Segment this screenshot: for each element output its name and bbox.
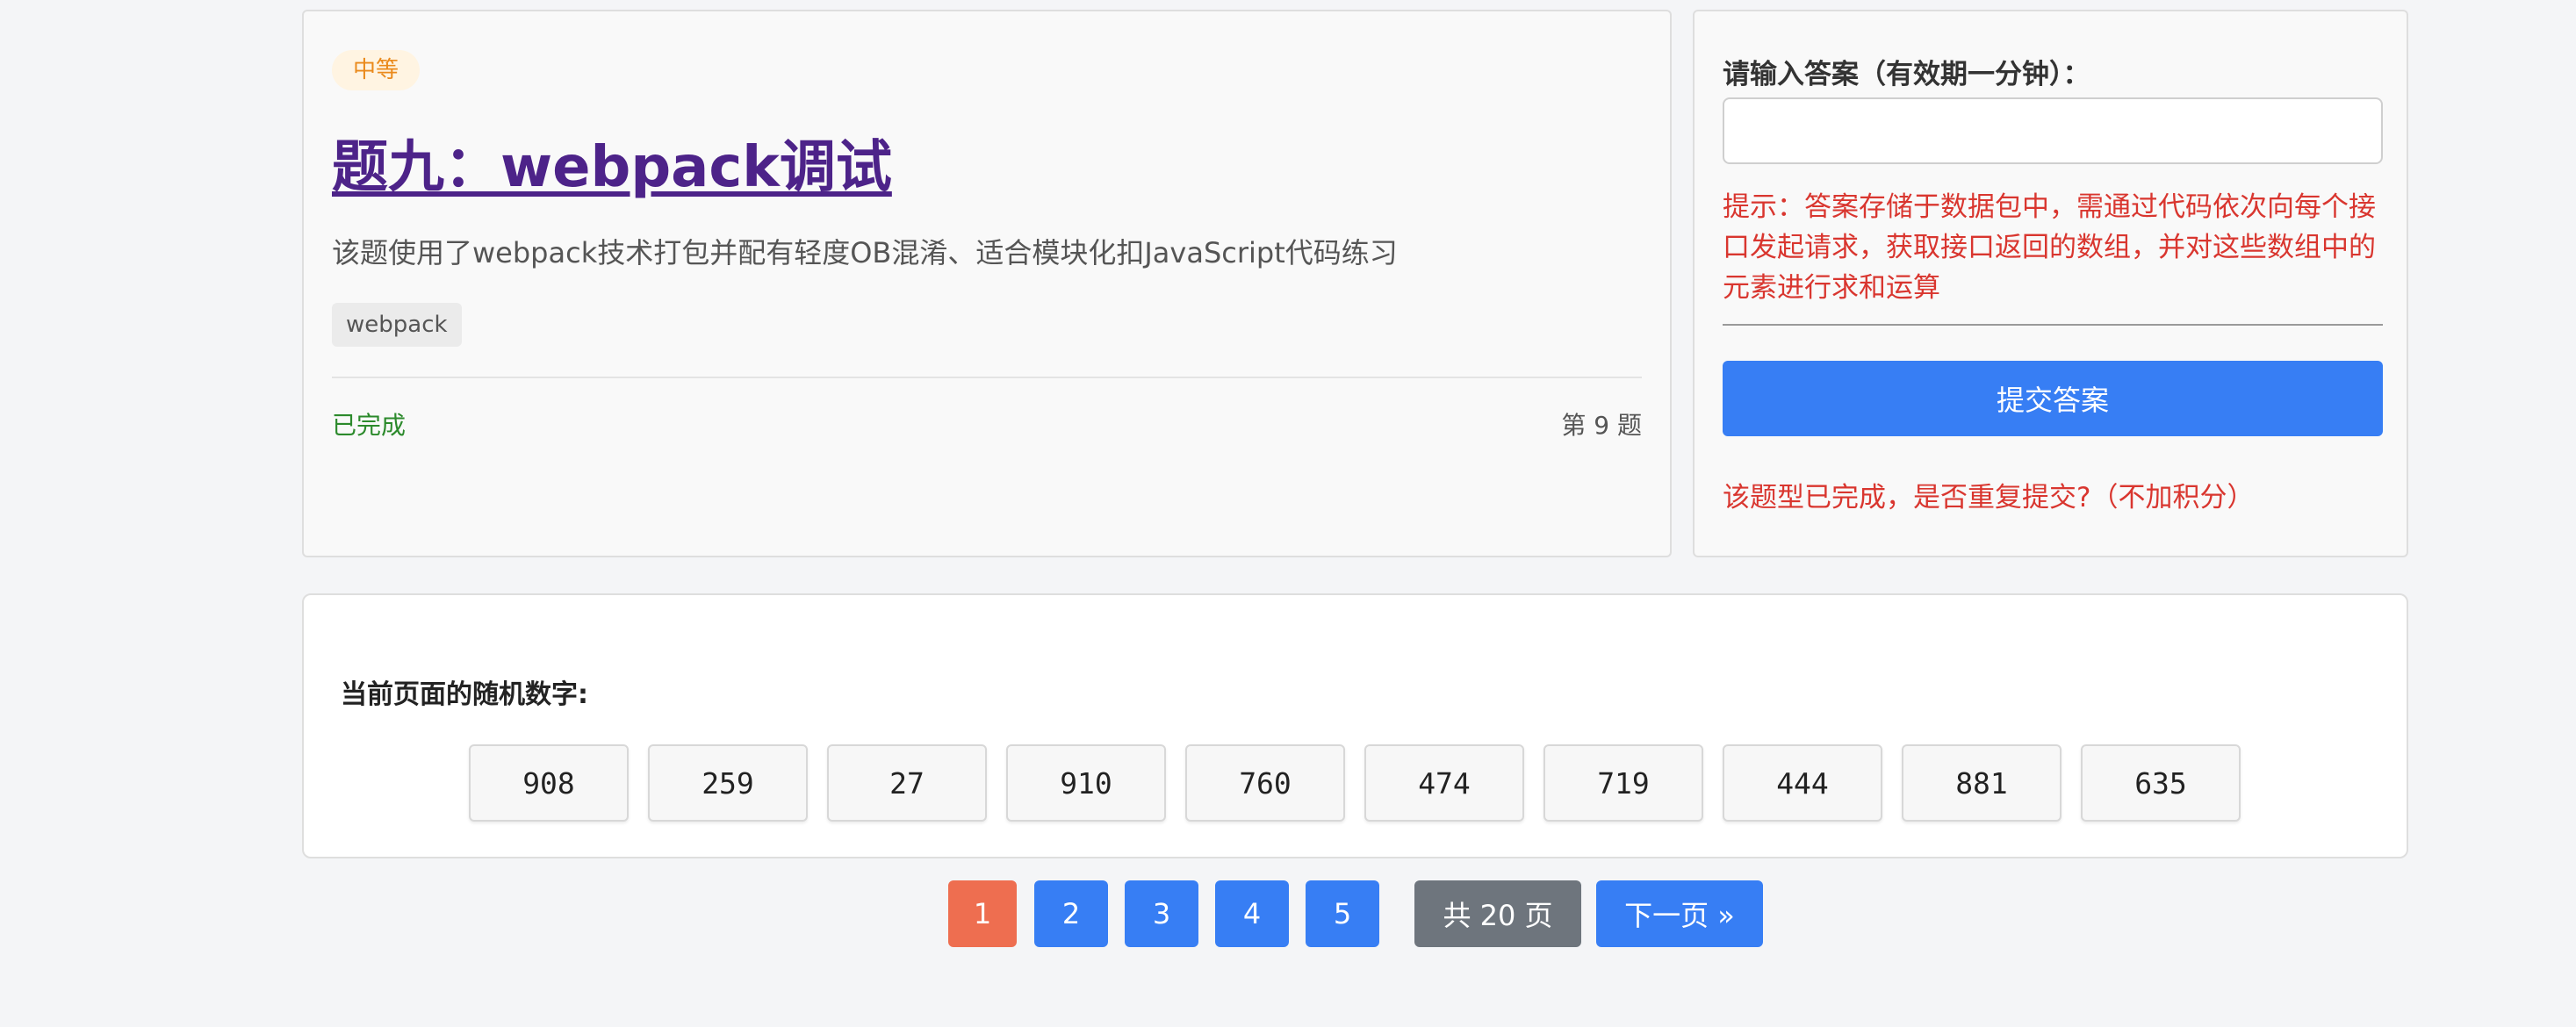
next-page-button[interactable]: 下一页 » <box>1596 880 1763 947</box>
number-box: 27 <box>827 744 987 822</box>
problem-number: 第 9 题 <box>1561 411 1642 440</box>
repeat-notice: 该题型已完成，是否重复提交?（不加积分） <box>1723 482 2255 514</box>
random-numbers-heading: 当前页面的随机数字: <box>341 679 588 710</box>
answer-panel: 请输入答案（有效期一分钟）： 提示：答案存储于数据包中，需通过代码依次向每个接口… <box>1693 10 2408 557</box>
number-box: 259 <box>648 744 808 822</box>
problem-card: 中等 题九：webpack调试 该题使用了webpack技术打包并配有轻度OB混… <box>302 10 1672 557</box>
difficulty-badge: 中等 <box>332 50 421 90</box>
tag-webpack[interactable]: webpack <box>332 303 462 347</box>
page-button-2[interactable]: 2 <box>1034 880 1108 947</box>
number-box: 760 <box>1185 744 1345 822</box>
number-box: 474 <box>1364 744 1524 822</box>
answer-label: 请输入答案（有效期一分钟）： <box>1723 59 2090 90</box>
number-box: 881 <box>1902 744 2062 822</box>
number-box: 719 <box>1543 744 1703 822</box>
random-numbers-row: 908 259 27 910 760 474 719 444 881 635 <box>469 744 2241 822</box>
number-box: 908 <box>469 744 629 822</box>
page-button-4[interactable]: 4 <box>1215 880 1289 947</box>
hint-divider <box>1723 324 2383 326</box>
random-numbers-panel: 当前页面的随机数字: 908 259 27 910 760 474 719 44… <box>302 593 2408 858</box>
number-box: 444 <box>1723 744 1882 822</box>
page: 中等 题九：webpack调试 该题使用了webpack技术打包并配有轻度OB混… <box>0 0 2576 1027</box>
page-button-5[interactable]: 5 <box>1306 880 1379 947</box>
submit-answer-button[interactable]: 提交答案 <box>1723 361 2383 436</box>
problem-title-link[interactable]: 题九：webpack调试 <box>332 122 892 203</box>
page-button-3[interactable]: 3 <box>1125 880 1198 947</box>
answer-input[interactable] <box>1723 97 2383 164</box>
page-button-1[interactable]: 1 <box>948 880 1017 947</box>
number-box: 635 <box>2081 744 2241 822</box>
hint-text: 提示：答案存储于数据包中，需通过代码依次向每个接口发起请求，获取接口返回的数组，… <box>1723 191 2376 304</box>
page-total: 共 20 页 <box>1414 880 1581 947</box>
card-divider <box>332 377 1642 378</box>
status-text: 已完成 <box>332 411 407 440</box>
number-box: 910 <box>1006 744 1166 822</box>
problem-description: 该题使用了webpack技术打包并配有轻度OB混淆、适合模块化扣JavaScri… <box>332 236 1398 269</box>
